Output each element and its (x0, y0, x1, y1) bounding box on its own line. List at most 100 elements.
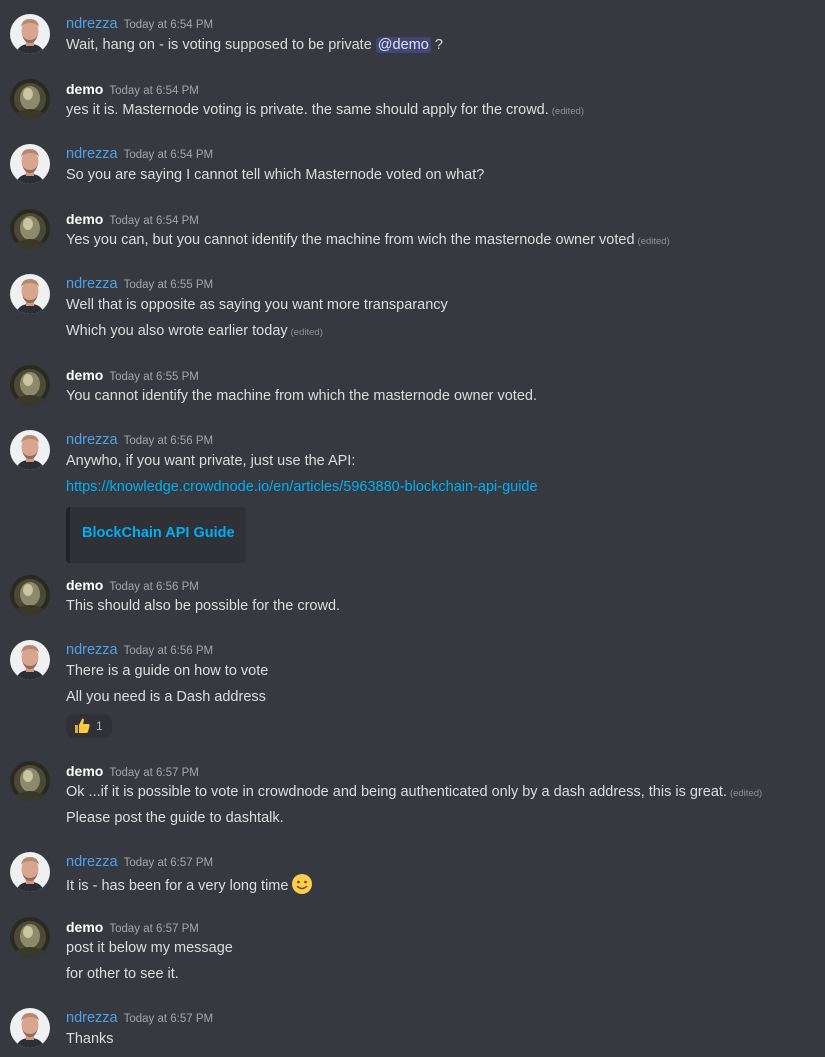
embed-title[interactable]: BlockChain API Guide (82, 525, 235, 541)
timestamp: Today at 6:55 PM (109, 371, 199, 383)
message-line: yes it is. Masternode voting is private.… (66, 100, 584, 122)
message-line: Please post the guide to dashtalk. (66, 808, 284, 828)
edited-label: (edited) (637, 236, 670, 247)
edited-label: (edited) (729, 788, 763, 799)
message-text: ? (430, 37, 443, 53)
timestamp: Today at 6:56 PM (123, 645, 214, 657)
message-header: demo Today at 6:55 PM (66, 365, 199, 385)
message-line: So you are saying I cannot tell which Ma… (66, 165, 484, 185)
message-header: ndrezza Today at 6:54 PM (66, 14, 213, 34)
edited-label: (edited) (290, 327, 323, 338)
message-header: ndrezza Today at 6:56 PM (66, 640, 213, 660)
message-header: demo Today at 6:54 PM (66, 209, 199, 229)
author-name[interactable]: ndrezza (66, 854, 118, 870)
message-line: for other to see it. (66, 964, 179, 984)
message-text: yes it is. Masternode voting is private.… (66, 102, 549, 118)
link-embed: BlockChain API Guide (66, 507, 246, 563)
author-name[interactable]: demo (66, 211, 103, 227)
author-name[interactable]: demo (66, 577, 103, 593)
message-text: for other to see it. (66, 966, 179, 982)
user-mention[interactable]: @demo (375, 37, 431, 53)
message-text: Yes you can, but you cannot identify the… (66, 232, 635, 248)
message-line: All you need is a Dash address (66, 687, 266, 707)
message-line: Which you also wrote earlier today (edite… (66, 321, 323, 343)
author-name[interactable]: ndrezza (66, 432, 118, 448)
message-header: ndrezza Today at 6:54 PM (66, 144, 213, 164)
avatar[interactable] (10, 761, 50, 801)
slightly-smiling-face-icon (291, 873, 313, 901)
avatar[interactable] (10, 79, 50, 119)
avatar[interactable] (10, 274, 50, 314)
message-header: demo Today at 6:54 PM (66, 79, 199, 99)
message-text: post it below my message (66, 940, 233, 956)
message-text: Thanks (66, 1031, 114, 1047)
message-line: Ok ...if it is possible to vote in crowd… (66, 782, 762, 804)
timestamp: Today at 6:54 PM (123, 19, 214, 31)
author-name[interactable]: ndrezza (66, 642, 118, 658)
message-line: post it below my message (66, 938, 233, 958)
timestamp: Today at 6:56 PM (123, 435, 214, 447)
message-text: There is a guide on how to vote (66, 663, 269, 679)
author-name[interactable]: ndrezza (66, 276, 118, 292)
timestamp: Today at 6:57 PM (109, 767, 199, 779)
message-header: demo Today at 6:56 PM (66, 575, 199, 595)
message-header: ndrezza Today at 6:57 PM (66, 852, 213, 872)
avatar[interactable] (10, 1008, 50, 1048)
author-name[interactable]: demo (66, 81, 103, 97)
timestamp: Today at 6:57 PM (109, 923, 199, 935)
avatar[interactable] (10, 365, 50, 405)
message-header: demo Today at 6:57 PM (66, 761, 199, 781)
message-text: Anywho, if you want private, just use th… (66, 453, 356, 469)
message-line: Well that is opposite as saying you want… (66, 295, 448, 315)
avatar[interactable] (10, 852, 50, 892)
timestamp: Today at 6:54 PM (123, 149, 214, 161)
reaction-button[interactable]: 1 (66, 714, 112, 738)
message-line: This should also be possible for the cro… (66, 596, 340, 616)
message-text: You cannot identify the machine from whi… (66, 388, 537, 404)
message-line: There is a guide on how to vote (66, 661, 268, 681)
message-line: Yes you can, but you cannot identify the… (66, 230, 670, 252)
message-line: Anywho, if you want private, just use th… (66, 451, 355, 471)
avatar[interactable] (10, 209, 50, 249)
avatar[interactable] (10, 640, 50, 680)
author-name[interactable]: ndrezza (66, 146, 118, 162)
message-text: It is - has been for a very long time (66, 878, 289, 894)
message-line: It is - has been for a very long time (66, 873, 313, 901)
message-header: ndrezza Today at 6:56 PM (66, 430, 213, 450)
message-text: Which you also wrote earlier today (66, 323, 288, 339)
message-text: Please post the guide to dashtalk. (66, 810, 284, 826)
avatar[interactable] (10, 14, 50, 54)
message-text: This should also be possible for the cro… (66, 598, 341, 614)
message-line: https://knowledge.crowdnode.io/en/articl… (66, 477, 538, 497)
message-header: ndrezza Today at 6:57 PM (66, 1008, 213, 1028)
timestamp: Today at 6:57 PM (123, 1013, 214, 1025)
timestamp: Today at 6:57 PM (123, 857, 214, 869)
avatar[interactable] (10, 575, 50, 615)
timestamp: Today at 6:55 PM (123, 279, 214, 291)
avatar[interactable] (10, 430, 50, 470)
message-line: Wait, hang on - is voting supposed to be… (66, 35, 443, 55)
reaction-count: 1 (96, 719, 103, 733)
author-name[interactable]: demo (66, 919, 103, 935)
message-header: demo Today at 6:57 PM (66, 917, 199, 937)
message-text: Ok ...if it is possible to vote in crowd… (66, 784, 727, 800)
message-line: Thanks (66, 1029, 114, 1049)
author-name[interactable]: ndrezza (66, 1010, 118, 1026)
message-header: ndrezza Today at 6:55 PM (66, 274, 213, 294)
author-name[interactable]: demo (66, 763, 103, 779)
message-text: Well that is opposite as saying you want… (66, 297, 448, 313)
timestamp: Today at 6:56 PM (109, 581, 199, 593)
avatar[interactable] (10, 144, 50, 184)
avatar[interactable] (10, 917, 50, 957)
edited-label: (edited) (551, 106, 584, 117)
thumbs-up-icon (73, 717, 91, 740)
message-text: Wait, hang on - is voting supposed to be… (66, 37, 376, 53)
author-name[interactable]: demo (66, 367, 103, 383)
message-link[interactable]: https://knowledge.crowdnode.io/en/articl… (66, 479, 538, 495)
message-text: All you need is a Dash address (66, 689, 266, 705)
timestamp: Today at 6:54 PM (109, 215, 199, 227)
message-line: You cannot identify the machine from whi… (66, 386, 537, 406)
author-name[interactable]: ndrezza (66, 16, 118, 32)
message-text: So you are saying I cannot tell which Ma… (66, 167, 485, 183)
timestamp: Today at 6:54 PM (109, 85, 199, 97)
